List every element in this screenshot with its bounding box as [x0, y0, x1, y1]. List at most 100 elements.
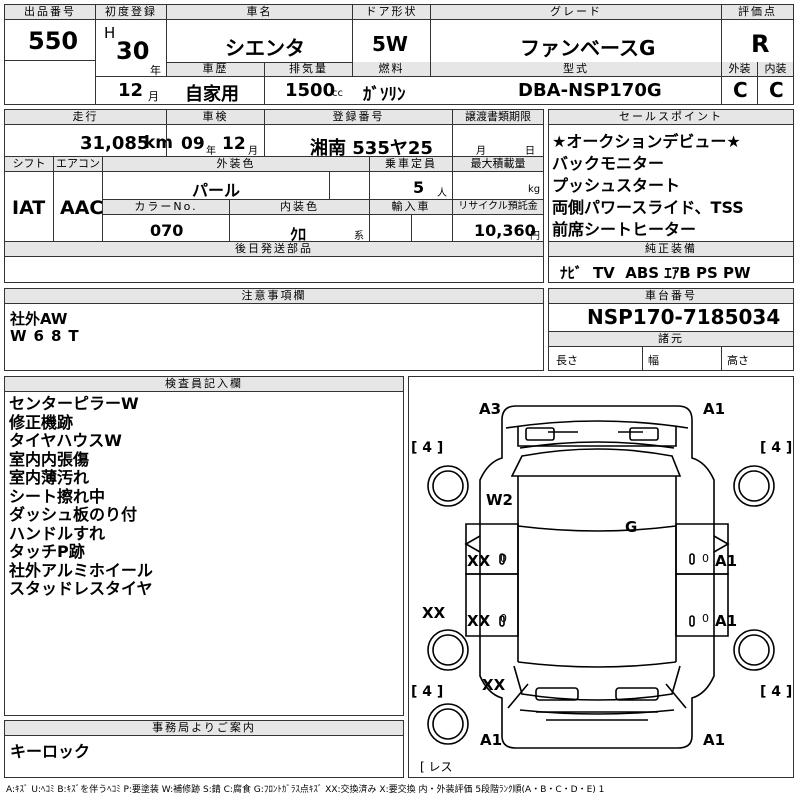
displacement-unit: cc: [332, 88, 343, 99]
recycle-unit: 円: [530, 231, 540, 242]
mileage: 31,085: [80, 133, 150, 154]
notes-line-2: W68T: [10, 327, 86, 345]
spare-tire-label: [ レス: [420, 760, 453, 774]
exterior-label: 外装: [722, 62, 757, 77]
ac: AAC: [60, 197, 104, 219]
capacity-label: 乗車定員: [370, 157, 452, 172]
chassis-number: NSP170-7185034: [587, 305, 781, 329]
damage-xx-door-1: XX: [467, 552, 491, 570]
fuel-label: 燃料: [353, 62, 430, 77]
ac-label: エアコン: [54, 157, 102, 172]
color-label: 外装色: [103, 157, 369, 172]
max-load-unit: kg: [528, 184, 541, 195]
grade: ファンベースG: [520, 36, 656, 60]
insp-month: 12: [222, 134, 246, 154]
inspector-item: 室内内張傷: [9, 449, 90, 469]
transfer-label: 譲渡書類期限: [453, 110, 543, 125]
era: H: [104, 24, 116, 42]
equipment-label: 純正装備: [549, 242, 793, 257]
insp-month-suffix: 月: [248, 146, 258, 157]
mileage-label: 走行: [5, 110, 166, 125]
damage-a3: A3: [479, 400, 502, 418]
transfer-month: 月: [476, 146, 486, 157]
legend: A:ｷｽﾞ U:ﾍｺﾐ B:ｷｽﾞを伴うﾍｺﾐ P:要塗装 W:補修跡 S:錆 …: [6, 785, 605, 795]
displacement-label: 排気量: [265, 62, 352, 77]
tire-front-left-label: [ 4 ]: [411, 440, 444, 456]
tire-rear-left-label: [ 4 ]: [411, 684, 444, 700]
damage-a1-rear-left: A1: [480, 731, 503, 749]
inspector-label: 検査員記入欄: [5, 377, 403, 392]
damage-g: G: [625, 518, 638, 536]
sales-point-item: 両側パワースライド、TSS: [552, 198, 744, 217]
grade-label: グレード: [431, 5, 721, 20]
score-label: 評価点: [722, 5, 793, 20]
spec-length: 長さ: [556, 354, 578, 367]
recycle-label: リサイクル預託金: [453, 200, 543, 215]
capacity: 5: [413, 178, 425, 197]
first-reg-label: 初度登録: [96, 5, 166, 20]
door-label: ドア形状: [353, 5, 430, 20]
sales-point-item: バックモニター: [552, 154, 665, 173]
transfer-day: 日: [525, 146, 535, 157]
first-reg-year: 30: [116, 37, 150, 65]
tire-rear-right-label: [ 4 ]: [760, 684, 793, 700]
month-suffix: 月: [148, 90, 159, 103]
damage-zero-1: 0: [500, 552, 507, 565]
sales-point-item: ★オークションデビュー★: [552, 132, 741, 151]
damage-a1-rear-right: A1: [703, 731, 726, 749]
shift: IAT: [12, 197, 46, 219]
sales-point-list: ★オークションデビュー★ バックモニター プッシュスタート両側パワースライド、TSS…: [552, 131, 744, 241]
inspector-item: 社外アルミホイール: [9, 560, 153, 580]
capacity-unit: 人: [437, 188, 447, 199]
spec-height: 高さ: [727, 354, 749, 367]
history: 自家用: [185, 84, 239, 105]
inspector-item: ダッシュ板のり付: [9, 505, 138, 524]
sales-point-item: プッシュスタート: [552, 176, 681, 195]
car-diagram: [427, 405, 775, 749]
inspector-item: ハンドルすれ: [9, 523, 106, 543]
inspector-item: タッチP跡: [9, 542, 85, 561]
damage-zero-4: 0: [702, 612, 709, 625]
displacement: 1500: [285, 80, 336, 101]
insp-year: 09: [181, 134, 205, 154]
specs-label: 諸元: [549, 332, 793, 347]
sales-point-label: セールスポイント: [549, 110, 793, 125]
later-parts-label: 後日発送部品: [5, 242, 543, 257]
damage-xx-rear: XX: [482, 676, 506, 694]
inspector-item: 修正機跡: [9, 412, 74, 432]
first-reg-month: 12: [118, 80, 144, 101]
door: 5W: [372, 32, 408, 56]
inspector-list: センターピラーW 修正機跡 タイヤハウスW 室内内張傷 室内薄汚れ シート擦れ中 ダッシュ板…: [9, 394, 153, 599]
damage-a1-front-right: A1: [703, 400, 726, 418]
damage-zero-3: 0: [500, 612, 507, 625]
lot-label: 出品番号: [5, 5, 95, 20]
score: R: [751, 30, 770, 58]
car-name-label: 車名: [167, 5, 352, 20]
lot-value: 550: [28, 27, 79, 55]
insp-year-suffix: 年: [206, 146, 216, 157]
notes-label: 注意事項欄: [5, 289, 543, 304]
color-no-label: カラーNo.: [103, 200, 229, 215]
model-label: 型式: [431, 62, 721, 77]
office-text: キーロック: [10, 742, 91, 761]
color: パール: [192, 181, 241, 200]
office-label: 事務局よりご案内: [5, 721, 403, 736]
history-label: 車歴: [167, 62, 264, 77]
inspector-item: スタッドレスタイヤ: [9, 579, 153, 598]
shift-label: シフト: [5, 157, 53, 172]
import-label: 輸入車: [370, 200, 452, 215]
damage-w2: W2: [486, 491, 513, 509]
inspector-item: 室内薄汚れ: [9, 468, 90, 487]
model: DBA-NSP170G: [518, 80, 662, 101]
chassis-label: 車台番号: [549, 289, 793, 304]
car-name: シエンタ: [225, 36, 305, 60]
inspector-item: シート擦れ中: [9, 486, 106, 506]
equipment-value: ﾅﾋﾞ TV ABS ｴｱB PS PW: [560, 264, 751, 282]
damage-xx-left: XX: [422, 604, 446, 622]
notes-line-1: 社外AW: [10, 310, 68, 328]
interior-label: 内装: [758, 62, 793, 77]
max-load-label: 最大積載量: [453, 157, 543, 172]
damage-zero-2: 0: [702, 552, 709, 565]
damage-xx-door-2: XX: [467, 612, 491, 630]
exterior-grade: C: [733, 78, 748, 102]
